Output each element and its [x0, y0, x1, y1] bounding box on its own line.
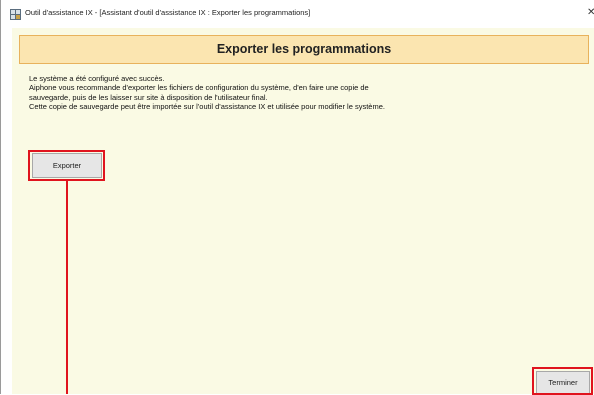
- close-icon[interactable]: ✕: [587, 6, 594, 20]
- finish-button[interactable]: Terminer: [536, 371, 590, 394]
- callout-connector-line: [66, 181, 68, 394]
- app-grid-icon: [10, 9, 21, 20]
- window-title: Outil d'assistance IX - [Assistant d'out…: [25, 8, 311, 17]
- description: Le système a été configuré avec succès. …: [29, 74, 589, 111]
- app-window: Outil d'assistance IX - [Assistant d'out…: [0, 0, 594, 395]
- export-button[interactable]: Exporter: [32, 153, 102, 178]
- title-bar: Outil d'assistance IX - [Assistant d'out…: [1, 0, 594, 27]
- description-line: Aiphone vous recommande d'exporter les f…: [29, 83, 369, 93]
- page-title: Exporter les programmations: [216, 42, 392, 56]
- description-line: Cette copie de sauvegarde peut être impo…: [29, 101, 385, 111]
- page-header: Exporter les programmations: [19, 35, 589, 64]
- description-line: Le système a été configuré avec succès.: [29, 74, 165, 83]
- wizard-content: Exporter les programmations Le système a…: [12, 28, 594, 394]
- description-line: sauvegarde, puis de les laisser sur site…: [29, 92, 268, 102]
